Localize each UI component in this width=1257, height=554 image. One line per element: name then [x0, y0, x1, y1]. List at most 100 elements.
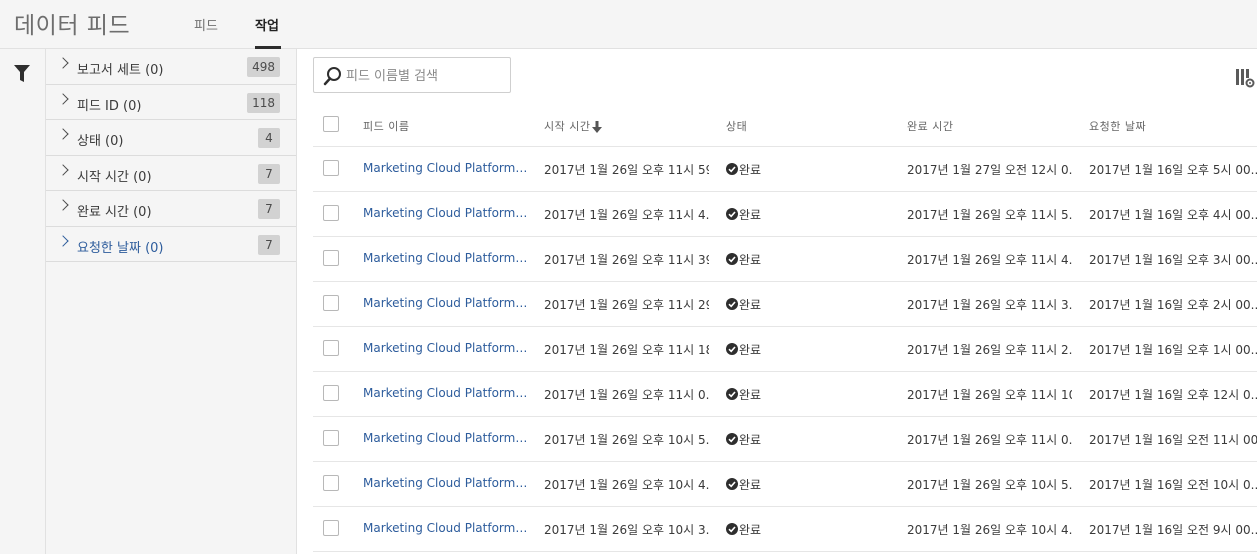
end-time: 2017년 1월 26일 오후 11시 5...: [907, 208, 1072, 222]
status-cell: 완료: [726, 341, 816, 358]
row-checkbox[interactable]: [323, 475, 339, 491]
row-checkbox[interactable]: [323, 385, 339, 401]
status-text: 완료: [739, 343, 762, 357]
end-time: 2017년 1월 26일 오후 10시 5...: [907, 478, 1072, 492]
status-text: 완료: [739, 208, 762, 222]
check-circle-icon: [726, 163, 738, 175]
check-circle-icon: [726, 208, 738, 220]
requested-date: 2017년 1월 16일 오후 5시 00...: [1089, 163, 1257, 177]
filter-start-time[interactable]: 시작 시간 (0) 7: [46, 156, 296, 191]
start-time: 2017년 1월 26일 오후 11시 59...: [544, 163, 709, 177]
table-row[interactable]: Marketing Cloud Platform Co... 2017년 1월 …: [313, 327, 1257, 372]
requested-date: 2017년 1월 16일 오전 9시 00...: [1089, 523, 1257, 537]
row-checkbox[interactable]: [323, 295, 339, 311]
table-row[interactable]: Marketing Cloud Platform Co... 2017년 1월 …: [313, 282, 1257, 327]
column-header-start-time[interactable]: 시작 시간: [544, 118, 603, 134]
filter-requested-date[interactable]: 요청한 날짜 (0) 7: [46, 227, 296, 262]
check-circle-icon: [726, 298, 738, 310]
start-time: 2017년 1월 26일 오후 11시 0...: [544, 388, 709, 402]
status-text: 완료: [739, 433, 762, 447]
check-circle-icon: [726, 388, 738, 400]
filter-end-time[interactable]: 완료 시간 (0) 7: [46, 191, 296, 227]
filter-label: 피드 ID (0): [77, 98, 142, 114]
chevron-right-icon: [57, 92, 69, 105]
table-row[interactable]: Marketing Cloud Platform Co... 2017년 1월 …: [313, 507, 1257, 552]
feed-name-link[interactable]: Marketing Cloud Platform Co...: [363, 341, 528, 355]
tab-jobs[interactable]: 작업: [255, 15, 279, 34]
end-time: 2017년 1월 26일 오후 11시 2...: [907, 343, 1072, 357]
requested-date: 2017년 1월 16일 오전 10시 0...: [1089, 478, 1257, 492]
filter-count-badge: 498: [247, 57, 280, 77]
search-input[interactable]: [344, 66, 508, 86]
arrow-down-icon: [592, 120, 603, 133]
chevron-right-icon: [57, 163, 69, 176]
requested-date: 2017년 1월 16일 오후 12시 0...: [1089, 388, 1257, 402]
end-time: 2017년 1월 26일 오후 11시 4...: [907, 253, 1072, 267]
row-checkbox[interactable]: [323, 520, 339, 536]
feed-name-link[interactable]: Marketing Cloud Platform Co...: [363, 521, 528, 535]
chevron-right-icon: [57, 234, 69, 247]
requested-date: 2017년 1월 16일 오후 1시 00...: [1089, 343, 1257, 357]
status-cell: 완료: [726, 386, 816, 403]
column-settings-icon[interactable]: [1235, 68, 1255, 88]
end-time: 2017년 1월 26일 오후 10시 4...: [907, 523, 1072, 537]
filter-count-badge: 4: [258, 128, 280, 148]
column-header-requested-date[interactable]: 요청한 날짜: [1089, 118, 1146, 134]
column-header-status[interactable]: 상태: [726, 118, 747, 134]
status-text: 완료: [739, 523, 762, 537]
start-time: 2017년 1월 26일 오후 10시 5...: [544, 433, 709, 447]
filter-status[interactable]: 상태 (0) 4: [46, 120, 296, 156]
select-all-checkbox[interactable]: [323, 116, 339, 132]
row-checkbox[interactable]: [323, 340, 339, 356]
requested-date: 2017년 1월 16일 오후 4시 00...: [1089, 208, 1257, 222]
start-time: 2017년 1월 26일 오후 11시 39...: [544, 253, 709, 267]
requested-date: 2017년 1월 16일 오후 2시 00...: [1089, 298, 1257, 312]
icon-rail: [0, 49, 46, 554]
check-circle-icon: [726, 478, 738, 490]
chevron-right-icon: [57, 57, 69, 69]
requested-date: 2017년 1월 16일 오전 11시 00...: [1089, 433, 1257, 447]
feed-name-link[interactable]: Marketing Cloud Platform Co...: [363, 251, 528, 265]
status-text: 완료: [739, 253, 762, 267]
filter-count-badge: 7: [258, 199, 280, 219]
filter-feed-id[interactable]: 피드 ID (0) 118: [46, 85, 296, 120]
check-circle-icon: [726, 253, 738, 265]
row-checkbox[interactable]: [323, 160, 339, 176]
filter-label: 보고서 세트 (0): [77, 63, 164, 78]
table-row[interactable]: Marketing Cloud Platform Co... 2017년 1월 …: [313, 237, 1257, 282]
status-cell: 완료: [726, 476, 816, 493]
row-checkbox[interactable]: [323, 250, 339, 266]
app-title: 데이터 피드: [14, 13, 131, 39]
filter-label: 시작 시간 (0): [77, 169, 152, 185]
start-time: 2017년 1월 26일 오후 11시 29...: [544, 298, 709, 312]
end-time: 2017년 1월 26일 오후 11시 0...: [907, 433, 1072, 447]
table-row[interactable]: Marketing Cloud Platform Co... 2017년 1월 …: [313, 147, 1257, 192]
table-row[interactable]: Marketing Cloud Platform Co... 2017년 1월 …: [313, 417, 1257, 462]
check-circle-icon: [726, 343, 738, 355]
filter-icon[interactable]: [14, 65, 30, 83]
feed-name-link[interactable]: Marketing Cloud Platform Co...: [363, 476, 528, 490]
end-time: 2017년 1월 26일 오후 11시 3...: [907, 298, 1072, 312]
row-checkbox[interactable]: [323, 430, 339, 446]
status-text: 완료: [739, 478, 762, 492]
tab-feeds[interactable]: 피드: [194, 15, 218, 34]
chevron-right-icon: [57, 128, 69, 140]
search-box[interactable]: [313, 57, 511, 93]
column-header-feed-name[interactable]: 피드 이름: [363, 118, 409, 134]
search-icon: [323, 67, 341, 86]
jobs-main: 피드 이름 시작 시간 상태 완료 시간 요청한 날짜 Marketing Cl…: [297, 49, 1257, 554]
feed-name-link[interactable]: Marketing Cloud Platform Co...: [363, 206, 528, 220]
column-header-label: 시작 시간: [544, 120, 591, 133]
filter-report-suite[interactable]: 보고서 세트 (0) 498: [46, 49, 296, 85]
feed-name-link[interactable]: Marketing Cloud Platform Co...: [363, 386, 528, 400]
feed-name-link[interactable]: Marketing Cloud Platform Co...: [363, 431, 528, 445]
table-row[interactable]: Marketing Cloud Platform Co... 2017년 1월 …: [313, 372, 1257, 417]
table-row[interactable]: Marketing Cloud Platform Co... 2017년 1월 …: [313, 462, 1257, 507]
table-row[interactable]: Marketing Cloud Platform Co... 2017년 1월 …: [313, 192, 1257, 237]
filter-count-badge: 118: [247, 92, 280, 113]
feed-name-link[interactable]: Marketing Cloud Platform Co...: [363, 161, 528, 175]
end-time: 2017년 1월 27일 오전 12시 0...: [907, 163, 1072, 177]
column-header-end-time[interactable]: 완료 시간: [907, 118, 953, 134]
row-checkbox[interactable]: [323, 205, 339, 221]
feed-name-link[interactable]: Marketing Cloud Platform Co...: [363, 296, 528, 310]
